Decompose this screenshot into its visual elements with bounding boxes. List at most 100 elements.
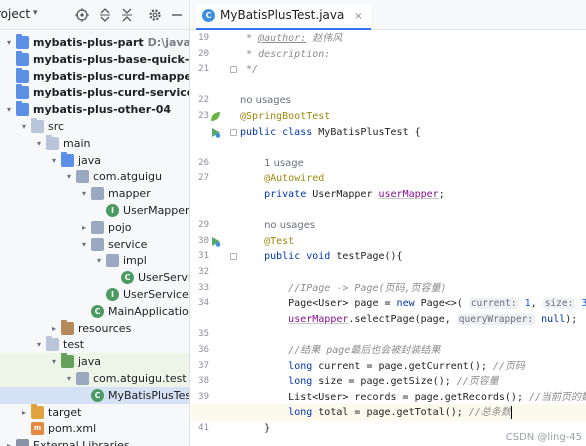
tree-item[interactable]: mybatis-plus-curd-mapper-02 <box>0 67 189 85</box>
usage-hint[interactable]: no usages <box>240 95 291 106</box>
chevron-down-icon[interactable]: ▾ <box>33 8 38 18</box>
chevron-down-icon[interactable]: ▾ <box>19 118 29 135</box>
usage-hint[interactable]: 1 usage <box>264 158 304 169</box>
tree-item[interactable]: ▾ com.atguigu.test <box>0 370 189 387</box>
usage-hint[interactable]: no usages <box>264 220 315 231</box>
code-token: long <box>288 407 319 419</box>
line-number: 39 <box>198 391 209 402</box>
line-number: 33 <box>198 282 209 293</box>
line-number <box>191 202 209 219</box>
chevron-down-icon[interactable]: ▾ <box>34 336 44 353</box>
code-token: new <box>396 298 421 310</box>
tree-item[interactable]: ▾ main <box>0 134 189 152</box>
tree-item[interactable]: ▾ src <box>0 118 189 135</box>
tree-item[interactable]: ▾ test <box>0 336 189 353</box>
excluded-folder-icon <box>31 403 44 419</box>
code-line: * @author: 赵伟风 <box>240 30 342 47</box>
tree-item-label: resources <box>78 321 132 335</box>
code-line: } <box>240 420 270 437</box>
tree-item[interactable]: ▾ com.atguigu <box>0 168 189 185</box>
close-icon[interactable]: × <box>354 11 362 22</box>
tree-item[interactable]: ▸ target <box>0 403 189 421</box>
chevron-down-icon[interactable]: ▾ <box>49 353 59 370</box>
editor-tab[interactable]: C MyBatisPlusTest.java × <box>196 4 371 30</box>
code-token: description: <box>258 48 331 60</box>
run-test-icon[interactable] <box>210 236 221 247</box>
tree-item[interactable]: C MyBatisPlusTest <box>0 386 190 404</box>
line-number <box>191 77 209 94</box>
chevron-down-icon[interactable]: ▾ <box>34 135 44 152</box>
fold-marker-icon[interactable] <box>230 66 237 74</box>
collapse-all-icon[interactable] <box>118 6 136 24</box>
run-test-icon[interactable] <box>210 127 221 138</box>
code-token: total = page.getTotal(); <box>318 407 469 419</box>
code-token: //总条数 <box>468 407 511 419</box>
fold-marker-icon[interactable] <box>230 253 237 261</box>
chevron-down-icon[interactable]: ▾ <box>79 236 89 253</box>
interface-icon: I <box>106 288 119 301</box>
tree-item[interactable]: ▾ java <box>0 151 189 169</box>
chevron-down-icon[interactable]: ▾ <box>4 34 14 51</box>
tree-item[interactable]: ▾ java <box>0 353 189 371</box>
tree-item-label: MyBatisPlusTest <box>108 388 190 402</box>
tree-item[interactable]: C UserServiceImp <box>0 269 189 286</box>
tree-item[interactable]: ▾ impl <box>0 252 189 269</box>
chevron-right-icon[interactable]: ▸ <box>79 219 89 236</box>
maven-icon: m <box>31 422 44 436</box>
editor-gutter: 1920212223262729303132333435363738394041… <box>191 30 252 446</box>
tree-item[interactable]: C MainApplication <box>0 303 189 320</box>
chevron-right-icon[interactable]: ▸ <box>19 404 29 421</box>
chevron-right-icon[interactable]: ▸ <box>49 320 59 337</box>
tree-item[interactable]: mybatis-plus-base-quick-01 <box>0 50 189 68</box>
chevron-down-icon[interactable]: ▾ <box>64 168 74 185</box>
tree-item[interactable]: mybatis-plus-curd-service-02 <box>0 84 189 101</box>
package-icon <box>76 372 89 385</box>
tree-item[interactable]: m pom.xml <box>0 420 189 437</box>
tree-item[interactable]: ▾ service <box>0 236 189 253</box>
tree-item-label: java <box>78 153 102 167</box>
chevron-down-icon[interactable]: ▾ <box>79 185 89 202</box>
tree-item-label: src <box>48 120 65 133</box>
spring-bean-icon[interactable] <box>210 111 221 122</box>
line-number: 19 <box>198 33 209 43</box>
expand-all-icon[interactable] <box>96 6 114 24</box>
tree-item-label: com.atguigu.test <box>93 372 187 385</box>
tree-item[interactable]: ▸ resources <box>0 319 189 337</box>
tree-item[interactable]: ▾ mybatis-plus-other-04 <box>0 101 189 118</box>
tree-item[interactable]: I UserMapper <box>0 202 190 219</box>
tree-item[interactable]: ▸ External Libraries <box>0 437 189 446</box>
code-token: //页容量 <box>456 376 499 388</box>
tree-item-label: target <box>48 405 82 419</box>
chevron-right-icon[interactable]: ▸ <box>4 437 14 446</box>
code-line: public void testPage(){ <box>240 248 403 265</box>
folder-icon <box>31 118 44 133</box>
target-icon[interactable] <box>73 6 91 24</box>
project-view-selector[interactable]: roject <box>0 7 30 21</box>
package-icon <box>91 237 104 251</box>
chevron-down-icon[interactable]: ▾ <box>64 370 74 387</box>
code-area[interactable]: * @author: 赵伟风 * description: */ no usage… <box>191 30 586 446</box>
code-token: @Test <box>264 235 295 247</box>
tree-item[interactable]: I UserService <box>0 286 189 303</box>
gear-icon[interactable] <box>146 6 164 24</box>
chevron-down-icon[interactable]: ▾ <box>94 252 104 269</box>
chevron-down-icon[interactable]: ▾ <box>49 152 59 169</box>
module-folder-icon <box>16 67 29 83</box>
code-token: @Autowired <box>264 173 325 185</box>
project-tool-window: roject ▾ ▾ mybatis-plus-partD:\javaprojec… <box>0 0 190 446</box>
tree-item-label: com.atguigu <box>93 170 163 184</box>
tree-item[interactable]: ▸ pojo <box>0 219 189 236</box>
chevron-down-icon[interactable]: ▾ <box>4 101 14 118</box>
line-number: 23 <box>198 111 209 121</box>
class-icon: C <box>121 271 134 285</box>
tree-item[interactable]: ▾ mybatis-plus-partD:\javaprojects\mybat <box>0 34 189 51</box>
fold-marker-icon[interactable] <box>230 128 237 136</box>
minimize-icon[interactable] <box>168 6 186 24</box>
tree-item[interactable]: ▾ mapper <box>0 185 189 202</box>
code-line: no usages <box>240 92 291 109</box>
code-token: testPage(){ <box>336 251 403 263</box>
line-number <box>191 124 209 141</box>
tree-item-label: java <box>78 355 102 369</box>
tree-item-label: UserMapper <box>123 204 190 217</box>
